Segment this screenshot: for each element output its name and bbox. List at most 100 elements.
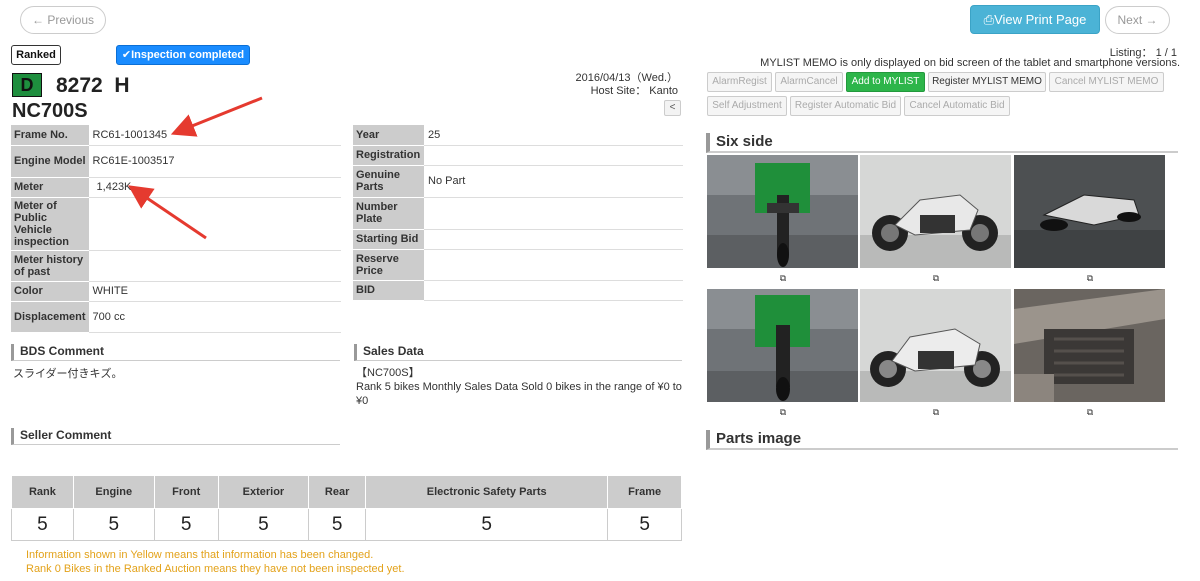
alarm-regist-button[interactable]: AlarmRegist — [707, 72, 772, 92]
bds-comment-heading: BDS Comment — [11, 344, 340, 361]
printer-icon: ⎙ — [983, 12, 995, 27]
auction-date: 2016/04/13（Wed.） — [575, 72, 678, 84]
note-yellow-changed: Information shown in Yellow means that i… — [26, 549, 374, 561]
spec-value — [424, 280, 683, 301]
motorcycle-rear-image-icon — [1014, 155, 1165, 268]
grade-value: 5 — [217, 508, 310, 541]
cancel-mylist-memo-button[interactable]: Cancel MYLIST MEMO — [1049, 72, 1164, 92]
spec-value: 25 — [424, 125, 683, 146]
spec-label: BID — [353, 280, 424, 301]
ranked-badge: Ranked — [11, 45, 61, 65]
motorcycle-back-image-icon — [707, 289, 858, 402]
grade-value: 5 — [11, 508, 74, 541]
register-mylist-memo-button[interactable]: Register MYLIST MEMO — [928, 72, 1046, 92]
grade-badge: D — [12, 73, 42, 97]
zoom-icon[interactable]: ⧉ — [777, 273, 789, 283]
spec-label: Engine Model — [11, 145, 89, 178]
spec-row: Frame No. RC61-1001345 — [11, 125, 341, 146]
zoom-icon[interactable]: ⧉ — [930, 273, 942, 283]
note-rank-zero: Rank 0 Bikes in the Ranked Auction means… — [26, 563, 405, 575]
grade-value: 5 — [153, 508, 219, 541]
lot-number-value: 8272 — [56, 74, 103, 97]
spec-label: Starting Bid — [353, 229, 424, 250]
motorcycle-right-image-icon — [860, 289, 1011, 402]
sales-data-block: 【NC700S】 Rank 5 bikes Monthly Sales Data… — [356, 366, 682, 408]
inspection-completed-badge: ✔Inspection completed — [116, 45, 250, 65]
host-site: Host Site： Kanto — [590, 85, 678, 97]
inspection-grade-table: Rank Engine Front Exterior Rear Electron… — [11, 475, 682, 541]
spec-value: RC61-1001345 — [88, 125, 341, 146]
previous-button[interactable]: ← Previous — [20, 6, 106, 34]
grade-header: Electronic Safety Parts — [365, 475, 609, 509]
lot-number: 8272 H — [56, 74, 130, 98]
spec-value: No Part — [424, 165, 683, 198]
motorcycle-front-image-icon — [707, 155, 858, 268]
grade-value: 5 — [365, 508, 609, 541]
spec-label: Genuine Parts — [353, 165, 424, 198]
grade-value-row: 5 5 5 5 5 5 5 — [11, 508, 682, 541]
zoom-icon[interactable]: ⧉ — [777, 407, 789, 417]
alarm-cancel-button[interactable]: AlarmCancel — [775, 72, 843, 92]
zoom-icon[interactable]: ⧉ — [930, 407, 942, 417]
spec-label: Meter history of past — [11, 250, 89, 282]
mylist-memo-note: MYLIST MEMO is only displayed on bid scr… — [760, 57, 1180, 69]
register-automatic-bid-button[interactable]: Register Automatic Bid — [790, 96, 901, 116]
grade-header: Frame — [607, 475, 682, 509]
cancel-automatic-bid-button[interactable]: Cancel Automatic Bid — [904, 96, 1010, 116]
spec-table-left: Frame No. RC61-1001345 Engine Model RC61E-… — [11, 125, 341, 333]
add-to-mylist-button[interactable]: Add to MYLIST — [846, 72, 925, 92]
spec-value — [424, 197, 683, 230]
spec-row: Engine Model RC61E-1003517 — [11, 145, 341, 178]
collapse-button[interactable]: < — [664, 100, 681, 116]
spec-row: Registration — [353, 145, 683, 166]
zoom-icon[interactable]: ⧉ — [1084, 273, 1096, 283]
spec-label: Number Plate — [353, 197, 424, 230]
photo-left-side[interactable] — [860, 155, 1011, 268]
spec-row: Genuine Parts No Part — [353, 165, 683, 198]
spec-row: Meter 1,423K — [11, 177, 341, 198]
spec-row: Starting Bid — [353, 229, 683, 250]
grade-header: Exterior — [217, 475, 310, 509]
self-adjustment-button[interactable]: Self Adjustment — [707, 96, 787, 116]
photo-rear[interactable] — [707, 289, 858, 402]
spec-value — [424, 145, 683, 166]
parts-image-heading: Parts image — [706, 430, 1178, 450]
spec-value: RC61E-1003517 — [88, 145, 341, 178]
spec-value: 1,423K — [88, 177, 341, 198]
spec-value — [88, 250, 341, 282]
spec-value: WHITE — [88, 281, 341, 302]
six-side-heading: Six side — [706, 133, 1178, 153]
sales-data-heading: Sales Data — [354, 344, 682, 361]
seller-comment-heading: Seller Comment — [11, 428, 340, 445]
spec-label: Meter of Public Vehicle inspection — [11, 197, 89, 251]
photo-front[interactable] — [707, 155, 858, 268]
grade-header: Engine — [72, 475, 155, 509]
photo-right-side[interactable] — [860, 289, 1011, 402]
auction-date-block: 2016/04/13（Wed.） Host Site： Kanto — [560, 72, 678, 98]
grade-value: 5 — [72, 508, 155, 541]
photo-rear-quarter[interactable] — [1014, 155, 1165, 268]
spec-row: Year 25 — [353, 125, 683, 146]
spec-row: Color WHITE — [11, 281, 341, 302]
spec-value — [424, 249, 683, 281]
check-badge-icon: ✔ — [121, 49, 132, 61]
spec-label: Reserve Price — [353, 249, 424, 281]
spec-row: Number Plate — [353, 197, 683, 230]
spec-label: Registration — [353, 145, 424, 166]
grade-value: 5 — [308, 508, 367, 541]
zoom-icon[interactable]: ⧉ — [1084, 407, 1096, 417]
spec-row: Reserve Price — [353, 249, 683, 281]
next-button[interactable]: Next → — [1105, 6, 1170, 34]
inspection-completed-label: Inspection completed — [131, 49, 245, 61]
grade-header: Rank — [11, 475, 74, 509]
grade-header: Front — [153, 475, 219, 509]
spec-row: BID — [353, 280, 683, 301]
bds-comment-text: スライダー付きキズ。 — [13, 368, 123, 380]
view-print-page-button[interactable]: ⎙View Print Page — [970, 5, 1100, 34]
spec-value — [88, 197, 341, 251]
spec-value — [424, 229, 683, 250]
model-name: NC700S — [12, 100, 88, 122]
spec-label: Frame No. — [11, 125, 89, 146]
photo-engine[interactable] — [1014, 289, 1165, 402]
grade-header-row: Rank Engine Front Exterior Rear Electron… — [11, 475, 682, 509]
